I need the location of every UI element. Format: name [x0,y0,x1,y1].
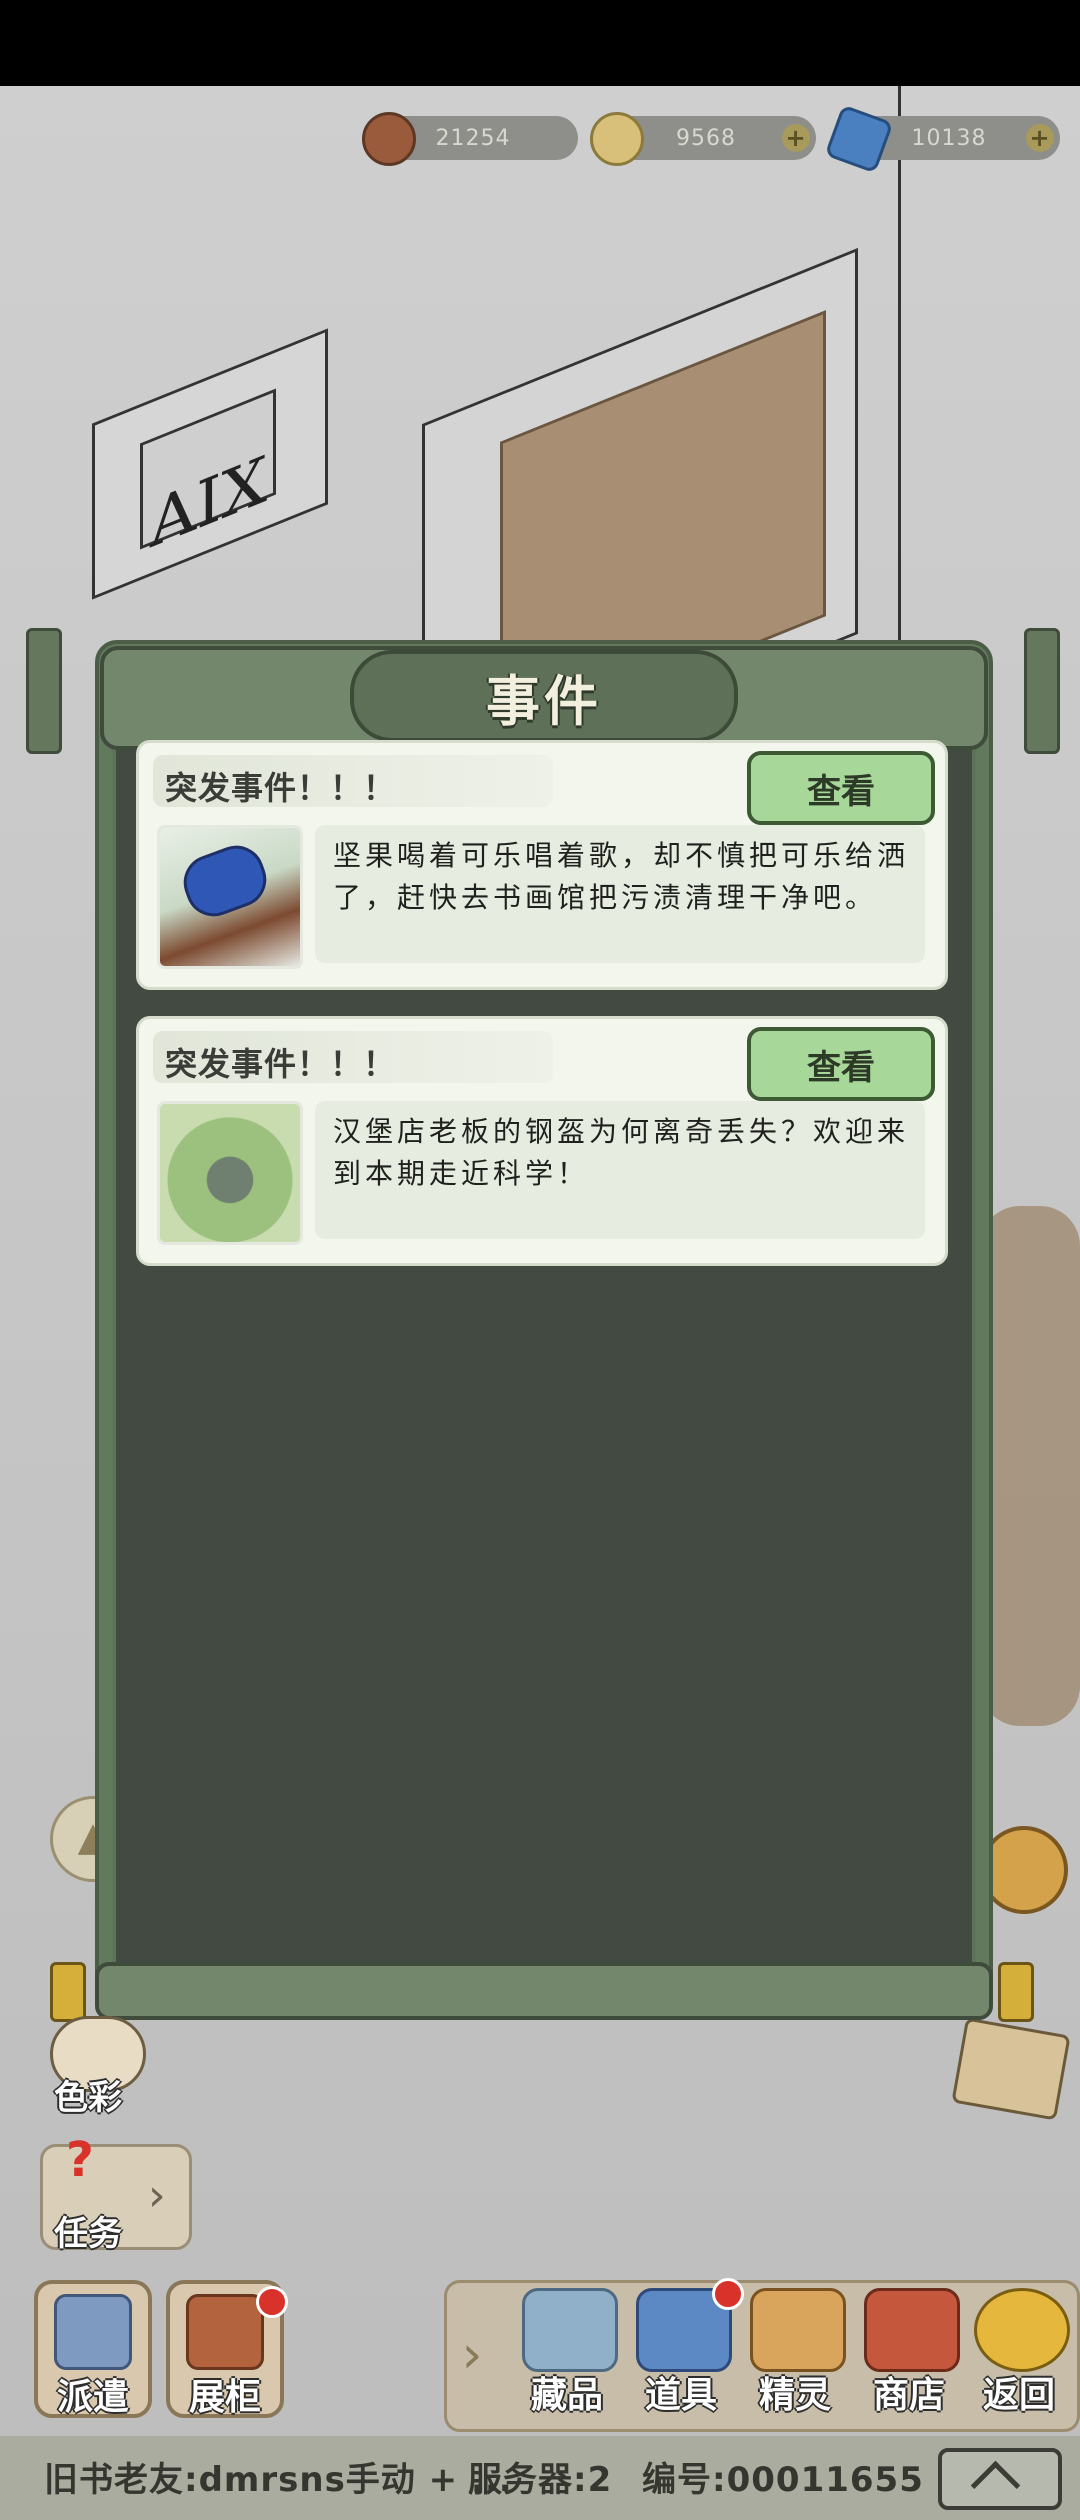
resource-crystal-value: 10138 [911,125,987,151]
status-bar [0,0,1080,86]
dock-return-button[interactable]: 返回 [966,2282,1072,2422]
return-arrow-icon [974,2288,1070,2372]
dock-collection-button[interactable]: 藏品 [514,2282,620,2422]
chevron-up-icon [970,2460,1021,2511]
scene-reward-badge [980,1826,1068,1914]
dock-label: 道具 [644,2375,717,2416]
sprite-shiba-icon [750,2288,846,2372]
collection-icon [522,2288,618,2372]
chevron-right-icon: › [148,2170,166,2221]
dock-label: 精灵 [758,2375,831,2416]
showcase-button[interactable]: 展柜 [166,2280,288,2418]
gear-coin-icon [362,112,416,166]
dock-label: 返回 [982,2375,1055,2416]
cola-can-icon [175,837,275,925]
flower-add-button[interactable]: + [782,124,810,152]
view-button[interactable]: 查看 [747,751,935,825]
color-button[interactable]: 色彩 [40,2010,150,2120]
view-button-label: 查看 [807,771,875,812]
question-mark-icon: ? [66,2132,94,2188]
event-description: 坚果喝着可乐唱着歌，却不慎把可乐给洒了，赶快去书画馆把污渍清理干净吧。 [333,839,910,914]
notification-dot [712,2278,744,2310]
task-label: 任务 [54,2214,122,2254]
dock-sprite-button[interactable]: 精灵 [742,2282,848,2422]
panel-left-post [26,628,62,754]
scene-character [980,1206,1080,1726]
title-plate: 事件 [350,650,738,742]
shop-icon [864,2288,960,2372]
view-button-label: 查看 [807,1047,875,1088]
resource-gear-coin: 21254 [362,112,578,166]
showcase-label: 展柜 [188,2377,261,2418]
notification-dot [256,2286,288,2318]
dock-shop-button[interactable]: 商店 [856,2282,962,2422]
panel-peg-right [998,1962,1034,2022]
scene-pillar-line [898,86,901,646]
flower-icon [590,112,644,166]
resource-crystal: 10138 + [824,104,1060,174]
dispatch-icon [54,2294,132,2370]
resource-flower-value: 9568 [676,125,736,151]
dispatch-label: 派遣 [56,2377,129,2418]
dock-items-button[interactable]: 道具 [628,2278,744,2422]
event-description: 汉堡店老板的钢盔为何离奇丢失？欢迎来到本期走近科学！ [333,1115,910,1190]
dock-label: 藏品 [530,2375,603,2416]
resource-gear-coin-value: 21254 [435,125,511,151]
panel-bottom-bar [95,1962,993,2020]
resource-flower: 9568 + [590,112,816,166]
event-thumbnail-cola-icon [157,825,303,969]
view-button[interactable]: 查看 [747,1027,935,1101]
showcase-icon [186,2294,264,2370]
footer-id: 编号:00011655 [642,2460,924,2500]
event-card-tag-label: 突发事件！！！ [165,1045,397,1083]
event-card: 突发事件！！！ 查看 汉堡店老板的钢盔为何离奇丢失？欢迎来到本期走近科学！ [136,1016,948,1266]
task-button[interactable]: ? › 任务 [40,2132,192,2254]
map-icon[interactable] [951,2017,1071,2121]
footer-friend: 旧书老友:dmrsns手动 + ... [44,2460,513,2500]
event-card: 突发事件！！！ 查看 坚果喝着可乐唱着歌，却不慎把可乐给洒了，赶快去书画馆把污渍… [136,740,948,990]
dock-label: 商店 [872,2375,945,2416]
page-title: 事件 [486,669,602,733]
event-card-tag-label: 突发事件！！！ [165,769,397,807]
expand-up-button[interactable] [938,2448,1062,2511]
footer-server: 服务器:2 [468,2460,613,2500]
dispatch-button[interactable]: 派遣 [34,2280,152,2418]
chevron-right-icon[interactable]: › [452,2320,492,2390]
color-label: 色彩 [54,2078,122,2118]
event-thumbnail-helmet-icon [157,1101,303,1245]
crystal-add-button[interactable]: + [1026,124,1054,152]
panel-right-post [1024,628,1060,754]
